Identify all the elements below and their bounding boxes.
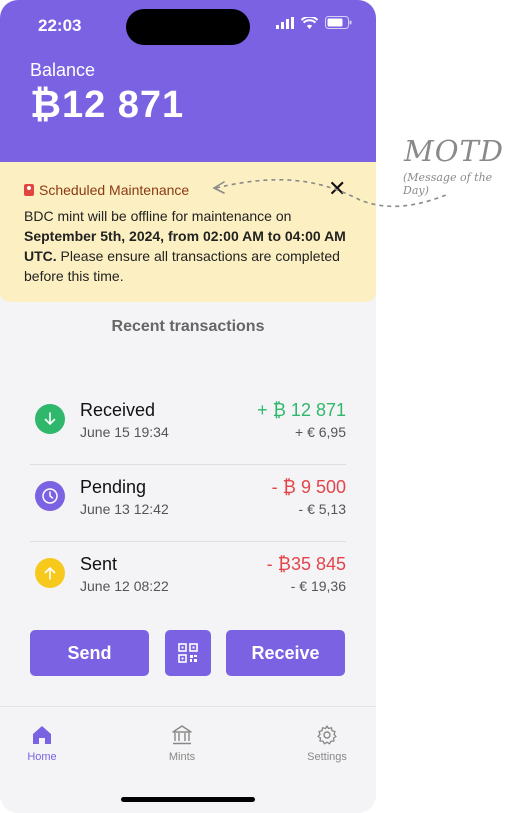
annotation-title: MOTD — [404, 134, 505, 168]
transaction-row[interactable]: Pending June 13 12:42 - ₿ 9 500 - € 5,13 — [30, 465, 346, 541]
receive-button[interactable]: Receive — [226, 630, 345, 676]
transaction-amount: - ₿ 9 500 — [271, 477, 346, 497]
qr-code-icon — [178, 643, 198, 663]
annotation-subtitle: (Message of the Day) — [403, 171, 493, 197]
gear-icon — [317, 725, 337, 745]
tab-home[interactable]: Home — [7, 723, 77, 763]
recent-transactions-title: Recent transactions — [111, 318, 265, 335]
tab-mints[interactable]: Mints — [147, 723, 217, 763]
tab-label: Home — [27, 751, 57, 763]
arrow-up-icon — [35, 558, 65, 588]
transaction-row[interactable]: Sent June 12 08:22 - ₿35 845 - € 19,36 — [30, 542, 346, 618]
home-icon — [33, 726, 51, 744]
transaction-date: June 13 12:42 — [80, 501, 169, 517]
send-button[interactable]: Send — [30, 630, 149, 676]
transaction-label: Received — [80, 400, 156, 420]
tab-label: Mints — [168, 751, 196, 763]
clock-icon — [35, 481, 65, 511]
transaction-fiat: - € 19,36 — [290, 578, 346, 594]
tab-label: Settings — [307, 751, 347, 763]
motd-body-text-end: Please ensure all transactions are compl… — [24, 248, 340, 284]
transaction-amount: + ₿ 12 871 — [257, 400, 346, 420]
transaction-fiat: - € 5,13 — [298, 501, 346, 517]
transaction-label: Sent — [80, 554, 118, 574]
transaction-fiat: + € 6,95 — [295, 424, 346, 440]
transaction-row[interactable]: Received June 15 19:34 + ₿ 12 871 + € 6,… — [30, 388, 346, 464]
annotation-arrow — [212, 178, 447, 208]
tab-settings[interactable]: Settings — [292, 723, 362, 763]
transaction-label: Pending — [80, 477, 147, 497]
home-indicator — [121, 797, 255, 802]
arrow-down-icon — [35, 404, 65, 434]
transaction-amount: - ₿35 845 — [266, 554, 346, 574]
qr-scan-button[interactable] — [165, 630, 211, 676]
transaction-date: June 12 08:22 — [80, 578, 169, 594]
transaction-date: June 15 19:34 — [80, 424, 169, 440]
bank-icon — [172, 725, 192, 745]
